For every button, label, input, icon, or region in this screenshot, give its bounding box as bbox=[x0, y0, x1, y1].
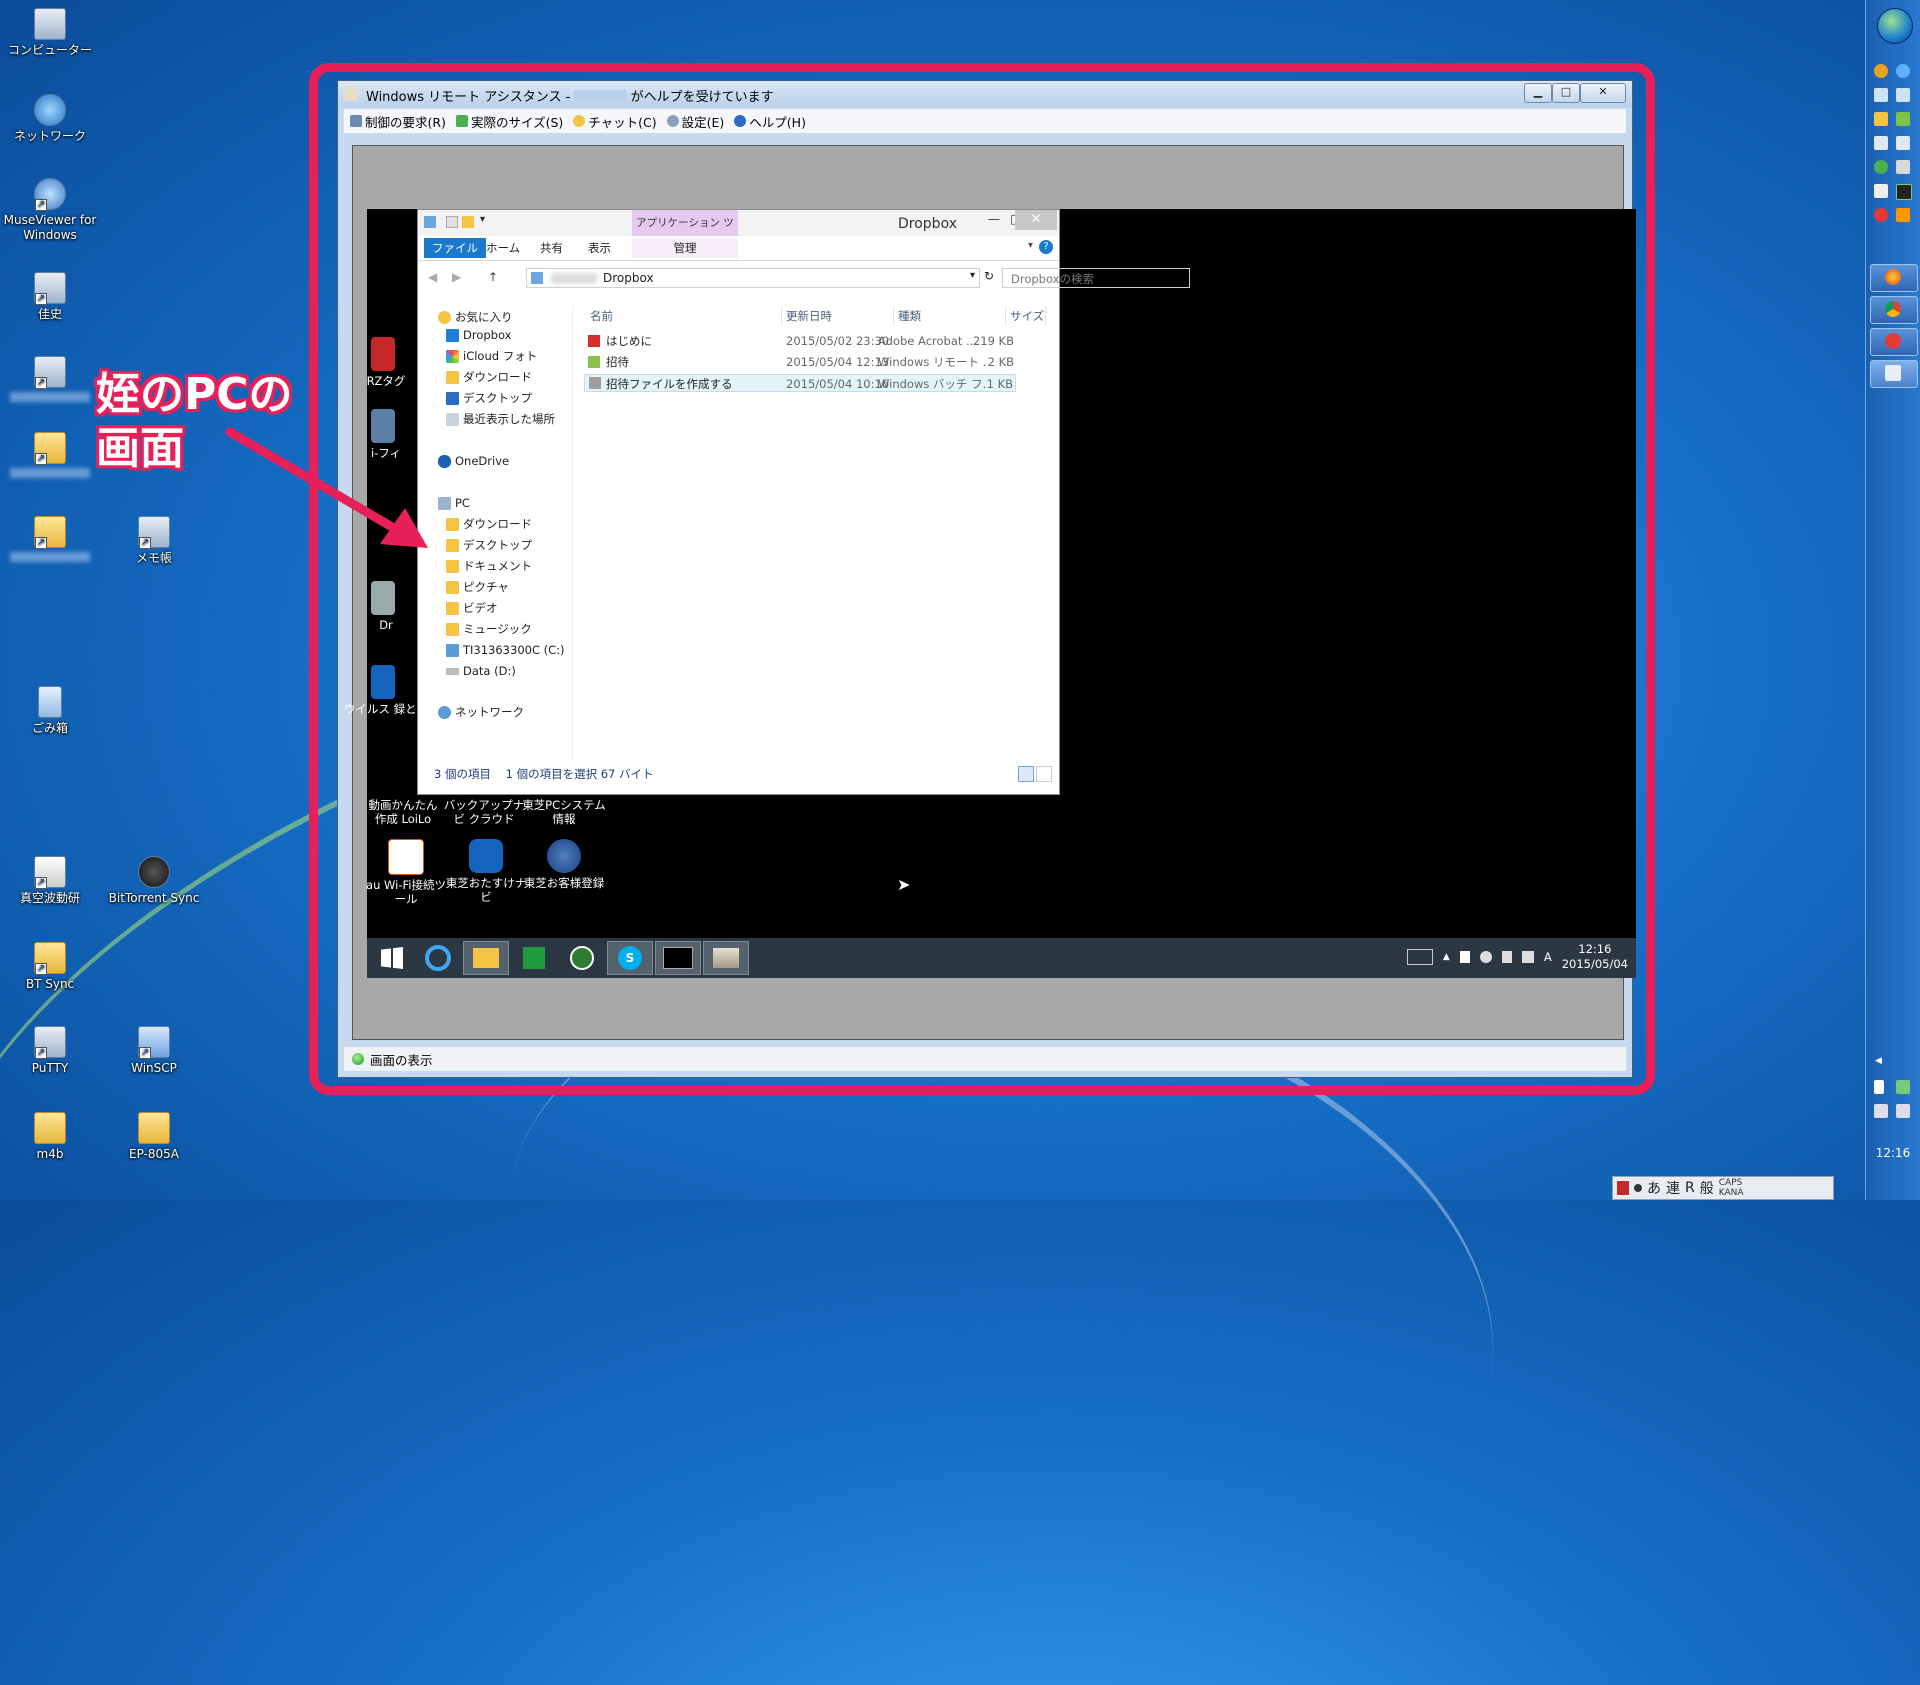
desktop: { "desktop": { "icons": [ {"label": "コンピ… bbox=[0, 0, 1920, 1685]
annotation-text: 姪のPCの 画面 bbox=[96, 368, 293, 476]
annotation-line: 画面 bbox=[96, 423, 184, 474]
annotation-arrow bbox=[225, 427, 428, 548]
annotation-line: 姪のPCの bbox=[96, 369, 293, 420]
